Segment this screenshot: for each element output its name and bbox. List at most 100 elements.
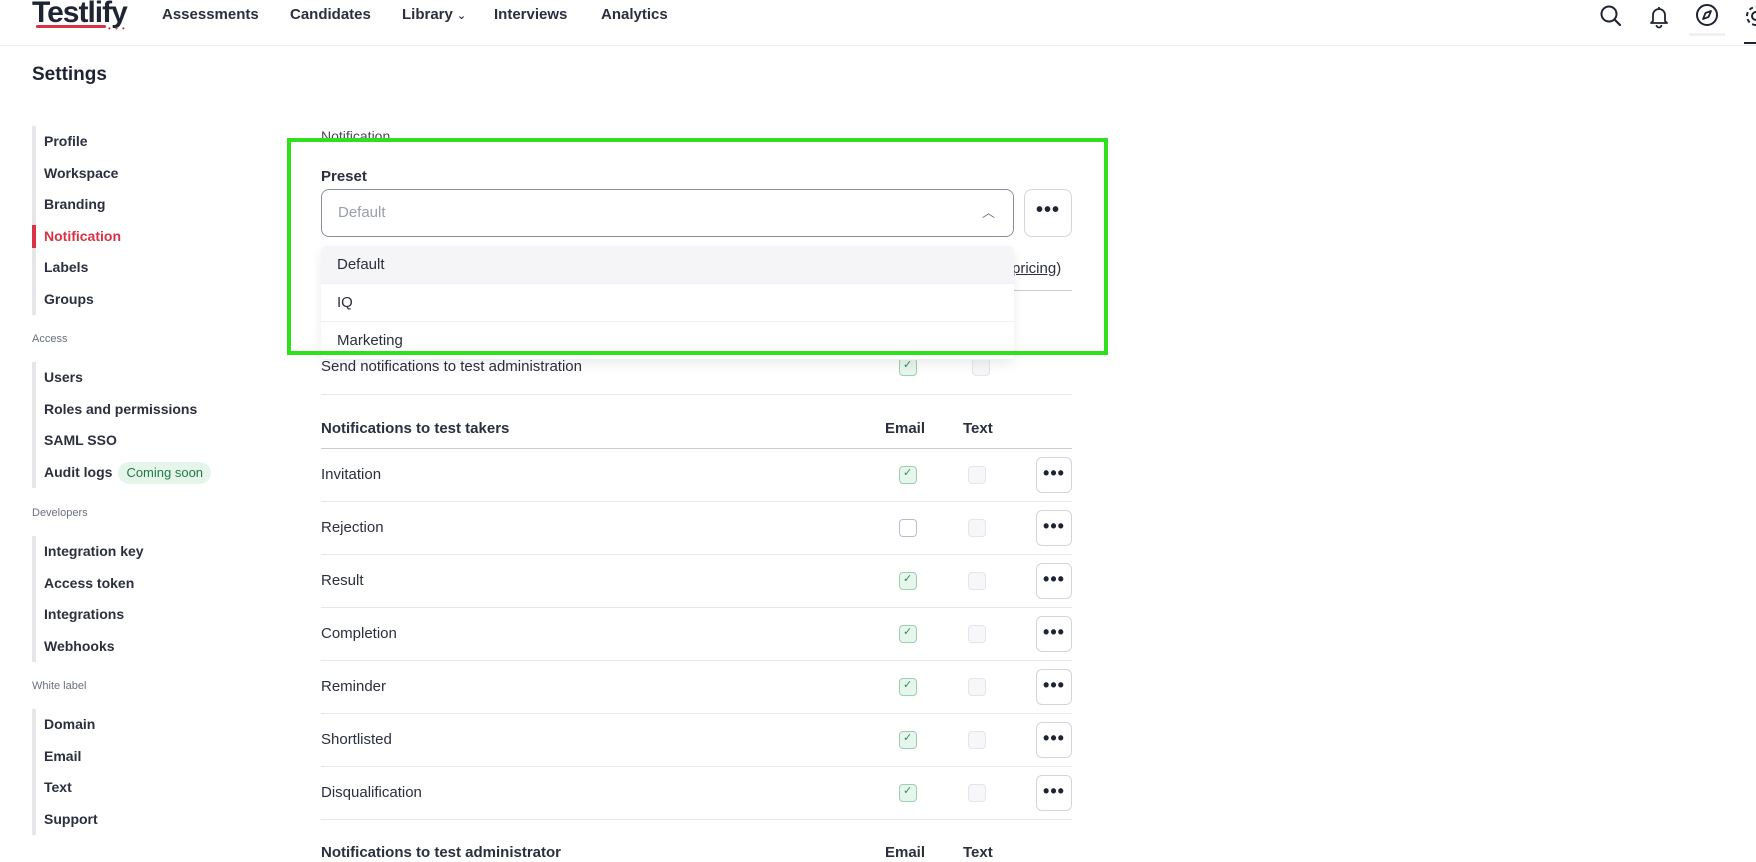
sidebar-white-label-group: Domain Email Text Support (32, 709, 98, 835)
admin-email-column-header: Email (885, 844, 926, 861)
rejection-text-checkbox[interactable] (968, 519, 986, 537)
divider (321, 554, 1072, 555)
sidebar-item-groups[interactable]: Groups (36, 284, 121, 316)
shortlisted-text-checkbox[interactable] (968, 731, 986, 749)
shortlisted-email-checkbox[interactable] (899, 731, 917, 749)
reminder-more-button[interactable]: ••• (1036, 669, 1072, 705)
bell-icon[interactable] (1645, 2, 1673, 30)
sidebar-item-webhooks[interactable]: Webhooks (36, 631, 144, 663)
sidebar-item-integrations[interactable]: Integrations (36, 599, 144, 631)
sidebar-item-email[interactable]: Email (36, 741, 98, 773)
page-title: Settings (32, 64, 107, 85)
sidebar-heading-white-label: White label (32, 680, 87, 692)
completion-email-checkbox[interactable] (899, 625, 917, 643)
sidebar-item-saml-sso[interactable]: SAML SSO (36, 425, 211, 457)
top-nav: Testlify • • • Assessments Candidates Li… (0, 0, 1756, 46)
completion-text-checkbox[interactable] (968, 625, 986, 643)
divider (321, 766, 1072, 767)
pricing-link[interactable]: pricing (1012, 260, 1056, 277)
sidebar-item-labels[interactable]: Labels (36, 252, 121, 284)
sidebar-item-integration-key[interactable]: Integration key (36, 536, 144, 568)
nav-assessments[interactable]: Assessments (162, 6, 259, 23)
invitation-email-checkbox[interactable] (899, 466, 917, 484)
row-label-disqualification: Disqualification (321, 784, 422, 801)
chevron-up-icon: ︿ (981, 205, 995, 220)
sidebar-item-domain[interactable]: Domain (36, 709, 98, 741)
sidebar-general-group: Profile Workspace Branding Notification … (32, 126, 121, 315)
preset-select[interactable]: Default ︿ (321, 189, 1014, 237)
row-label-result: Result (321, 572, 364, 589)
dropdown-option-iq[interactable]: IQ (321, 284, 1014, 322)
preset-more-button[interactable]: ••• (1024, 189, 1072, 237)
search-icon[interactable] (1597, 2, 1625, 30)
rejection-more-button[interactable]: ••• (1036, 510, 1072, 546)
sidebar-item-audit-logs[interactable]: Audit logs Coming soon (36, 457, 212, 489)
admin-text-column-header: Text (963, 844, 993, 861)
sidebar-item-audit-logs-label: Audit logs (44, 463, 113, 480)
row-label-shortlisted: Shortlisted (321, 731, 392, 748)
sidebar-item-users[interactable]: Users (36, 362, 211, 394)
nav-analytics[interactable]: Analytics (601, 6, 668, 23)
divider (321, 501, 1072, 502)
logo-dots: • • • (108, 24, 126, 33)
sidebar-access-group: Users Roles and permissions SAML SSO Aud… (32, 362, 212, 489)
sidebar-item-branding[interactable]: Branding (36, 189, 121, 221)
preset-select-value: Default (338, 204, 386, 221)
reminder-email-checkbox[interactable] (899, 678, 917, 696)
divider (321, 607, 1072, 608)
nav-candidates[interactable]: Candidates (290, 6, 371, 23)
divider (321, 394, 1072, 395)
chevron-down-icon: ⌄ (456, 10, 467, 22)
row-label-invitation: Invitation (321, 466, 382, 483)
preset-label: Preset (321, 168, 367, 185)
divider (321, 660, 1072, 661)
settings-active-indicator (1744, 42, 1756, 44)
logo-underline (36, 25, 106, 28)
send-admin-text-checkbox[interactable] (972, 358, 990, 376)
sidebar-item-profile[interactable]: Profile (36, 126, 121, 158)
preset-dropdown-menu: Default IQ Marketing (321, 246, 1014, 360)
reminder-text-checkbox[interactable] (968, 678, 986, 696)
send-admin-email-checkbox[interactable] (899, 358, 917, 376)
dropdown-option-marketing[interactable]: Marketing (321, 322, 1014, 360)
sidebar-item-roles[interactable]: Roles and permissions (36, 394, 211, 426)
coming-soon-badge: Coming soon (118, 461, 212, 484)
send-admin-label: Send notifications to test administratio… (321, 358, 582, 375)
compass-active-indicator (1689, 33, 1725, 36)
result-more-button[interactable]: ••• (1036, 563, 1072, 599)
nav-library[interactable]: Library ⌄ (402, 6, 466, 23)
invitation-more-button[interactable]: ••• (1036, 457, 1072, 493)
row-label-reminder: Reminder (321, 678, 387, 695)
sidebar-heading-access: Access (32, 333, 68, 345)
dropdown-option-default[interactable]: Default (321, 246, 1014, 284)
sidebar-item-workspace[interactable]: Workspace (36, 158, 121, 190)
sidebar-heading-developers: Developers (32, 507, 88, 519)
shortlisted-more-button[interactable]: ••• (1036, 722, 1072, 758)
gear-icon[interactable] (1742, 2, 1756, 30)
pricing-close-paren: ) (1056, 260, 1062, 277)
admin-header: Notifications to test administrator (321, 844, 562, 861)
invitation-text-checkbox[interactable] (968, 466, 986, 484)
sidebar-item-support[interactable]: Support (36, 804, 98, 836)
completion-more-button[interactable]: ••• (1036, 616, 1072, 652)
disqualification-more-button[interactable]: ••• (1036, 775, 1072, 811)
nav-library-label: Library (402, 6, 453, 23)
compass-icon[interactable] (1693, 2, 1721, 30)
result-text-checkbox[interactable] (968, 572, 986, 590)
disqualification-email-checkbox[interactable] (899, 784, 917, 802)
email-column-header: Email (885, 420, 926, 437)
nav-interviews[interactable]: Interviews (494, 6, 567, 23)
pricing-note: pricing) (1012, 260, 1061, 277)
divider (321, 448, 1072, 449)
sidebar-item-notification[interactable]: Notification (32, 221, 121, 253)
result-email-checkbox[interactable] (899, 572, 917, 590)
divider (321, 819, 1072, 820)
text-column-header: Text (963, 420, 993, 437)
sidebar-item-access-token[interactable]: Access token (36, 568, 144, 600)
divider (321, 713, 1072, 714)
section-label-notification: Notification (321, 128, 391, 144)
disqualification-text-checkbox[interactable] (968, 784, 986, 802)
sidebar-item-text[interactable]: Text (36, 772, 98, 804)
row-label-completion: Completion (321, 625, 397, 642)
rejection-email-checkbox[interactable] (899, 519, 917, 537)
